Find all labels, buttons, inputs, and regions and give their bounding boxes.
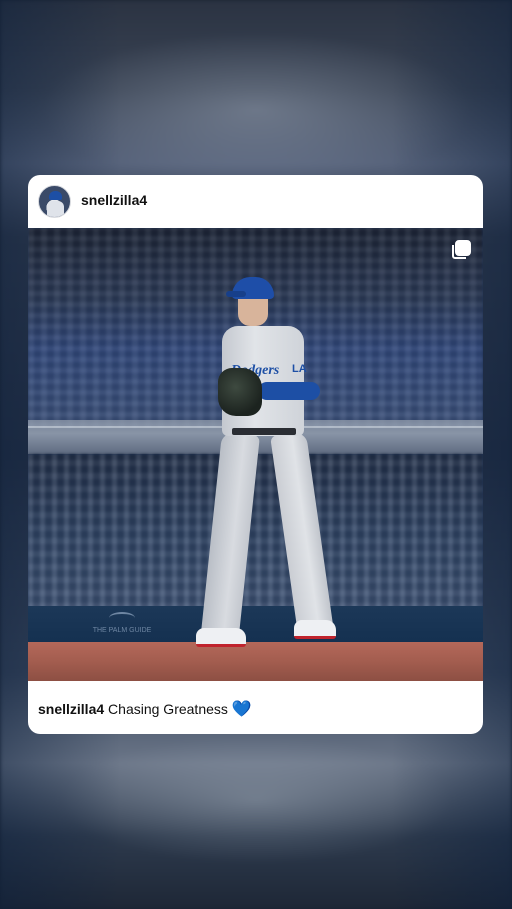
pitcher-figure: Dodgers LA [28, 228, 483, 681]
caption-text: Chasing Greatness [108, 701, 228, 717]
avatar[interactable] [38, 185, 71, 218]
pitcher-cap-brim [226, 291, 246, 297]
post-caption: snellzilla4 Chasing Greatness 💙 [38, 699, 473, 719]
blue-heart-emoji: 💙 [231, 701, 252, 718]
jersey-logo: LA [292, 363, 307, 375]
pitcher-sleeve [258, 382, 320, 400]
caption-username[interactable]: snellzilla4 [38, 701, 104, 717]
pitcher-right-cleat [294, 620, 336, 639]
pitcher-right-leg [270, 431, 334, 635]
post-header: snellzilla4 [28, 175, 483, 228]
pitcher-left-leg [200, 432, 260, 641]
pitcher-glove [218, 368, 262, 416]
avatar-body [47, 201, 64, 217]
pitcher-left-cleat [196, 628, 246, 647]
post-card[interactable]: snellzilla4 THE PALM GUIDE Dodgers LA sn… [28, 175, 483, 734]
post-username[interactable]: snellzilla4 [81, 192, 147, 208]
multiple-media-icon [452, 240, 471, 259]
post-photo[interactable]: THE PALM GUIDE Dodgers LA [28, 228, 483, 681]
avatar-cap [49, 191, 62, 200]
pitcher-belt [232, 428, 296, 435]
